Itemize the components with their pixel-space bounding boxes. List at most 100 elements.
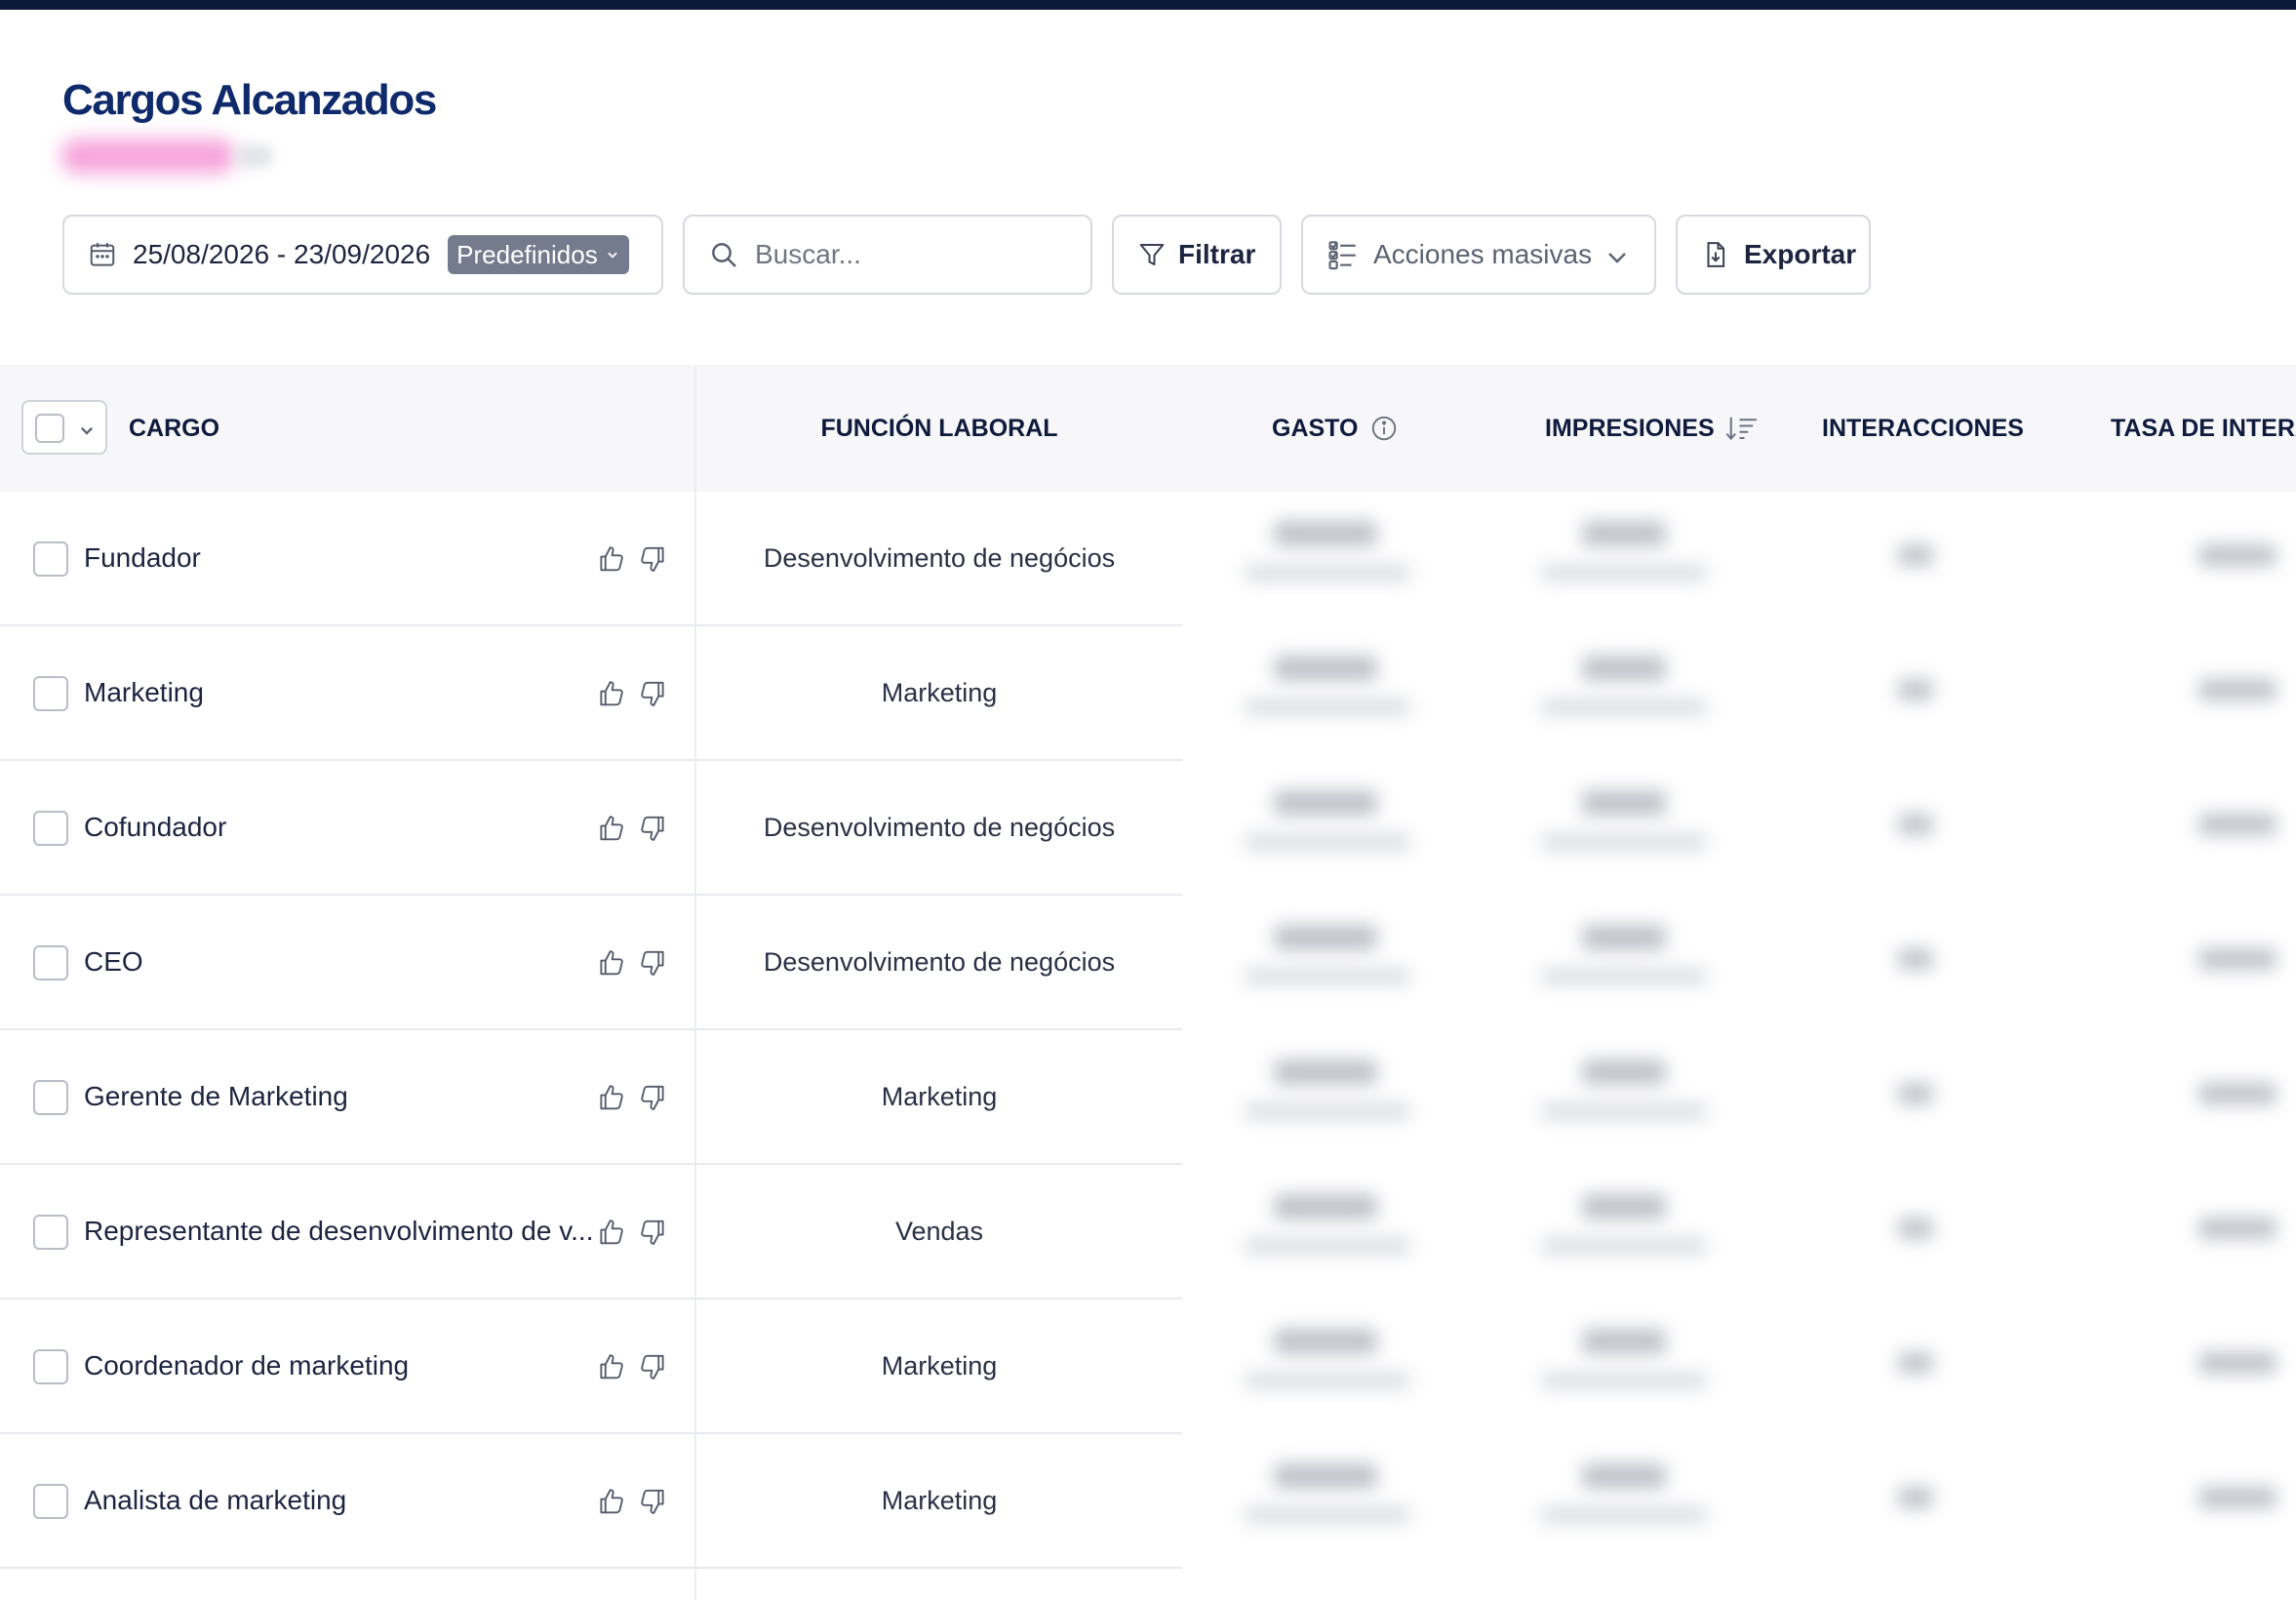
cargo-cell: Cofundador [84, 812, 227, 842]
blurred-metric [1541, 1506, 1707, 1524]
table-row[interactable]: Analista de marketing Marketing [0, 1434, 2296, 1569]
redacted-subtitle [60, 139, 236, 174]
table-row[interactable]: Marketing Marketing [0, 626, 2296, 761]
dislike-button[interactable] [638, 1218, 667, 1252]
thumbs-down-icon [641, 546, 664, 572]
search-input[interactable] [753, 238, 1069, 271]
row-checkbox[interactable] [33, 1349, 68, 1384]
like-button[interactable] [597, 1083, 626, 1117]
blurred-metric [1245, 1102, 1410, 1120]
row-checkbox[interactable] [33, 1080, 68, 1115]
info-icon[interactable] [1369, 414, 1399, 443]
table-row[interactable]: Gerente de Marketing Marketing [0, 1030, 2296, 1165]
blurred-metric [1274, 1060, 1377, 1085]
table-row[interactable]: Representante de desenvolvimento de v...… [0, 1165, 2296, 1300]
cargo-cell: Gerente de Marketing [84, 1081, 348, 1111]
blurred-metric [2198, 679, 2276, 700]
search-box[interactable] [683, 215, 1092, 295]
like-button[interactable] [597, 948, 626, 982]
row-checkbox[interactable] [33, 676, 68, 711]
export-button[interactable]: Exportar [1676, 215, 1871, 295]
blurred-metric [1541, 968, 1707, 985]
funcion-cell: Desenvolvimento de negócios [763, 812, 1116, 842]
blurred-metric [2198, 814, 2276, 835]
dislike-button[interactable] [638, 544, 667, 579]
select-all-dropdown[interactable] [21, 400, 107, 455]
like-button[interactable] [597, 1352, 626, 1386]
chevron-down-icon [80, 426, 94, 435]
table-row[interactable]: Coordenador de marketing Marketing [0, 1300, 2296, 1434]
column-header-funcion[interactable]: FUNCIÓN LABORAL [696, 365, 1182, 492]
blurred-metric [1582, 925, 1666, 950]
column-header-tasa[interactable]: TASA DE INTERA [2111, 365, 2296, 492]
funcion-cell: Marketing [881, 1081, 998, 1111]
dislike-button[interactable] [638, 1083, 667, 1117]
dislike-button[interactable] [638, 1487, 667, 1521]
filter-button[interactable]: Filtrar [1112, 215, 1282, 295]
blurred-metric [1582, 656, 1666, 681]
thumbs-down-icon [641, 1220, 664, 1245]
like-button[interactable] [597, 1487, 626, 1521]
page-title: Cargos Alcanzados [62, 76, 437, 124]
thumbs-up-icon [600, 546, 623, 572]
blurred-metric [1245, 968, 1410, 985]
column-header-impresiones[interactable]: IMPRESIONES [1545, 365, 1760, 492]
search-icon [712, 243, 736, 267]
blurred-metric [2198, 1352, 2276, 1374]
table-row[interactable]: Cofundador Desenvolvimento de negócios [0, 761, 2296, 896]
cargo-cell: Fundador [84, 542, 201, 573]
column-header-impresiones-label: IMPRESIONES [1545, 414, 1715, 442]
cargo-cell: Representante de desenvolvimento de v... [84, 1216, 591, 1246]
row-checkbox[interactable] [33, 811, 68, 846]
row-checkbox[interactable] [33, 1215, 68, 1250]
select-all-checkbox[interactable] [35, 414, 64, 443]
thumbs-up-icon [600, 1354, 623, 1380]
blurred-metric [1274, 521, 1377, 546]
blurred-metric [1245, 1506, 1410, 1524]
thumbs-down-icon [641, 950, 664, 976]
blurred-metric [1274, 656, 1377, 681]
column-header-gasto-label: GASTO [1272, 414, 1359, 442]
row-divider [0, 1567, 1182, 1569]
column-header-cargo[interactable]: CARGO [129, 365, 219, 492]
blurred-metric [1898, 814, 1933, 835]
thumbs-up-icon [600, 1085, 623, 1110]
thumbs-down-icon [641, 1354, 664, 1380]
thumbs-up-icon [600, 950, 623, 976]
cargo-cell: CEO [84, 946, 143, 977]
blurred-metric [1898, 1083, 1933, 1104]
like-button[interactable] [597, 544, 626, 579]
dislike-button[interactable] [638, 814, 667, 848]
like-button[interactable] [597, 814, 626, 848]
thumbs-down-icon [641, 1489, 664, 1514]
blurred-metric [1541, 699, 1707, 716]
row-checkbox[interactable] [33, 541, 68, 577]
sort-descending-icon[interactable] [1724, 414, 1760, 443]
column-header-interacciones[interactable]: INTERACCIONES [1822, 365, 2024, 492]
thumbs-down-icon [641, 681, 664, 706]
blurred-metric [1582, 1329, 1666, 1354]
date-range-picker[interactable]: 25/08/2026 - 23/09/2026 Predefinidos [62, 215, 663, 295]
column-header-gasto[interactable]: GASTO [1272, 365, 1399, 492]
blurred-metric [2198, 948, 2276, 970]
funcion-cell: Vendas [894, 1216, 984, 1246]
dislike-button[interactable] [638, 948, 667, 982]
funcion-cell: Marketing [881, 1350, 998, 1380]
table-row[interactable]: CEO Desenvolvimento de negócios [0, 896, 2296, 1030]
like-button[interactable] [597, 679, 626, 713]
blurred-metric [1245, 699, 1410, 716]
blurred-metric [1582, 1194, 1666, 1220]
blurred-metric [1541, 1372, 1707, 1389]
row-checkbox[interactable] [33, 945, 68, 980]
row-checkbox[interactable] [33, 1484, 68, 1519]
table-row[interactable]: Fundador Desenvolvimento de negócios [0, 492, 2296, 626]
like-button[interactable] [597, 1218, 626, 1252]
dislike-button[interactable] [638, 679, 667, 713]
blurred-metric [1582, 521, 1666, 546]
dislike-button[interactable] [638, 1352, 667, 1386]
cargo-cell: Analista de marketing [84, 1485, 347, 1515]
data-table: CARGO FUNCIÓN LABORAL GASTO IMPRESIONES … [0, 365, 2296, 1600]
predefined-ranges-button[interactable]: Predefinidos [448, 235, 629, 274]
bulk-actions-dropdown[interactable]: Acciones masivas [1301, 215, 1656, 295]
funcion-cell: Marketing [881, 1485, 998, 1515]
